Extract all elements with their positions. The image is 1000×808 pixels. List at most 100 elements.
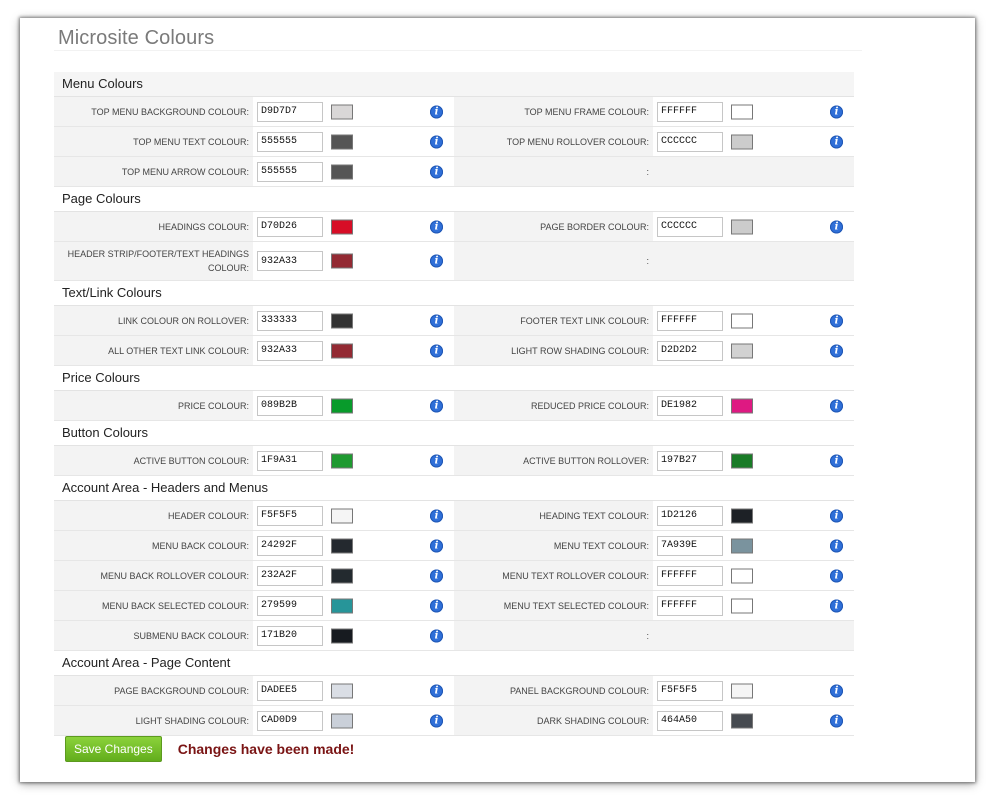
hex-colour-input[interactable] (257, 595, 323, 616)
info-icon[interactable]: i (430, 344, 443, 357)
colour-swatch[interactable] (331, 453, 353, 468)
info-icon[interactable]: i (830, 220, 843, 233)
hex-colour-input[interactable] (657, 710, 723, 731)
colour-swatch[interactable] (731, 219, 753, 234)
colour-swatch[interactable] (331, 683, 353, 698)
colour-swatch[interactable] (731, 313, 753, 328)
colour-swatch[interactable] (331, 134, 353, 149)
setting-label-cell: : (454, 157, 653, 186)
hex-colour-input[interactable] (657, 565, 723, 586)
colour-swatch[interactable] (331, 104, 353, 119)
colour-swatch[interactable] (731, 538, 753, 553)
info-icon[interactable]: i (430, 399, 443, 412)
colour-swatch[interactable] (731, 598, 753, 613)
colour-swatch[interactable] (731, 453, 753, 468)
info-icon[interactable]: i (830, 135, 843, 148)
setting-value-cell: i (653, 501, 854, 530)
save-changes-button[interactable]: Save Changes (65, 736, 162, 762)
hex-colour-input[interactable] (657, 395, 723, 416)
colour-swatch[interactable] (731, 134, 753, 149)
hex-colour-input[interactable] (657, 310, 723, 331)
info-icon[interactable]: i (430, 569, 443, 582)
hex-colour-input[interactable] (257, 101, 323, 122)
hex-colour-input[interactable] (257, 710, 323, 731)
info-icon[interactable]: i (430, 629, 443, 642)
info-icon[interactable]: i (430, 539, 443, 552)
hex-colour-input[interactable] (257, 565, 323, 586)
setting-label-cell: PAGE BORDER COLOUR: (454, 212, 653, 241)
setting-value-cell: i (253, 157, 454, 186)
hex-colour-input[interactable] (257, 535, 323, 556)
colour-swatch[interactable] (731, 398, 753, 413)
colour-swatch[interactable] (331, 253, 353, 269)
hex-colour-input[interactable] (657, 505, 723, 526)
info-icon[interactable]: i (830, 569, 843, 582)
info-icon[interactable]: i (430, 714, 443, 727)
hex-colour-input[interactable] (257, 340, 323, 361)
colour-swatch[interactable] (331, 313, 353, 328)
colour-swatch[interactable] (331, 508, 353, 523)
info-icon[interactable]: i (830, 684, 843, 697)
info-icon[interactable]: i (830, 509, 843, 522)
setting-label-cell: REDUCED PRICE COLOUR: (454, 391, 653, 420)
hex-colour-input[interactable] (657, 680, 723, 701)
colour-swatch[interactable] (331, 568, 353, 583)
colour-swatch[interactable] (731, 713, 753, 728)
info-icon[interactable]: i (430, 165, 443, 178)
info-icon[interactable]: i (830, 105, 843, 118)
setting-value-cell: i (653, 561, 854, 590)
info-icon[interactable]: i (830, 344, 843, 357)
info-icon[interactable]: i (830, 539, 843, 552)
hex-colour-input[interactable] (257, 625, 323, 646)
colour-swatch[interactable] (331, 713, 353, 728)
info-icon[interactable]: i (430, 684, 443, 697)
colour-swatch[interactable] (731, 683, 753, 698)
colour-swatch[interactable] (331, 343, 353, 358)
colour-swatch[interactable] (731, 343, 753, 358)
info-icon[interactable]: i (430, 220, 443, 233)
info-icon[interactable]: i (830, 454, 843, 467)
hex-colour-input[interactable] (257, 680, 323, 701)
info-icon[interactable]: i (430, 314, 443, 327)
colour-swatch[interactable] (331, 628, 353, 643)
hex-colour-input[interactable] (257, 216, 323, 237)
info-icon[interactable]: i (430, 105, 443, 118)
hex-colour-input[interactable] (257, 161, 323, 182)
hex-colour-input[interactable] (257, 131, 323, 152)
colour-swatch[interactable] (331, 219, 353, 234)
colour-swatch[interactable] (331, 538, 353, 553)
info-icon[interactable]: i (830, 399, 843, 412)
hex-colour-input[interactable] (657, 450, 723, 471)
hex-colour-input[interactable] (257, 310, 323, 331)
hex-colour-input[interactable] (257, 450, 323, 471)
setting-value-cell: i (253, 242, 454, 280)
info-icon[interactable]: i (430, 454, 443, 467)
colour-swatch[interactable] (731, 104, 753, 119)
colour-swatch[interactable] (331, 164, 353, 179)
info-icon[interactable]: i (830, 599, 843, 612)
hex-colour-input[interactable] (657, 216, 723, 237)
hex-colour-input[interactable] (257, 395, 323, 416)
setting-label-cell: FOOTER TEXT LINK COLOUR: (454, 306, 653, 335)
hex-colour-input[interactable] (657, 535, 723, 556)
colour-swatch[interactable] (731, 508, 753, 523)
hex-colour-input[interactable] (657, 131, 723, 152)
info-icon[interactable]: i (430, 254, 443, 268)
colour-setting: ACTIVE BUTTON COLOUR: i (54, 446, 454, 475)
hex-colour-input[interactable] (257, 505, 323, 526)
hex-colour-input[interactable] (657, 340, 723, 361)
colour-swatch[interactable] (331, 598, 353, 613)
hex-colour-input[interactable] (657, 595, 723, 616)
settings-row: HEADER STRIP/FOOTER/TEXT HEADINGS COLOUR… (54, 242, 854, 281)
hex-colour-input[interactable] (657, 101, 723, 122)
colour-swatch[interactable] (331, 398, 353, 413)
info-icon[interactable]: i (830, 714, 843, 727)
hex-colour-input[interactable] (257, 251, 323, 271)
colour-swatch[interactable] (731, 568, 753, 583)
info-icon[interactable]: i (830, 314, 843, 327)
info-icon[interactable]: i (430, 135, 443, 148)
info-icon[interactable]: i (430, 599, 443, 612)
settings-row: TOP MENU ARROW COLOUR: i: (54, 157, 854, 187)
info-icon[interactable]: i (430, 509, 443, 522)
title-divider (54, 50, 862, 51)
